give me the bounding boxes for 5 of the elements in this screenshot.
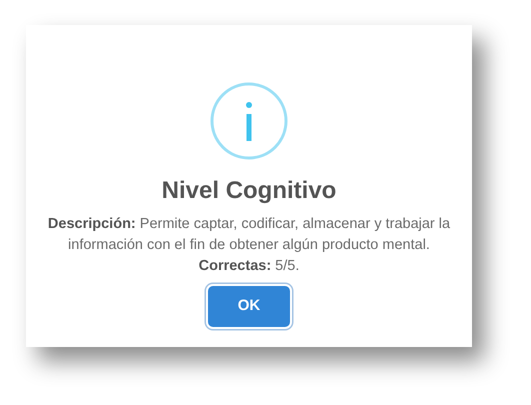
dialog-title: Nivel Cognitivo: [162, 176, 336, 206]
ok-button[interactable]: OK: [208, 286, 290, 327]
info-icon: [209, 81, 289, 161]
description-text: Descripción: Permite captar, codificar, almacenar y trabajar la información con el fin de obtener algún producto mental.: [46, 215, 452, 255]
score-text: Correctas: 5/5.: [198, 257, 300, 276]
